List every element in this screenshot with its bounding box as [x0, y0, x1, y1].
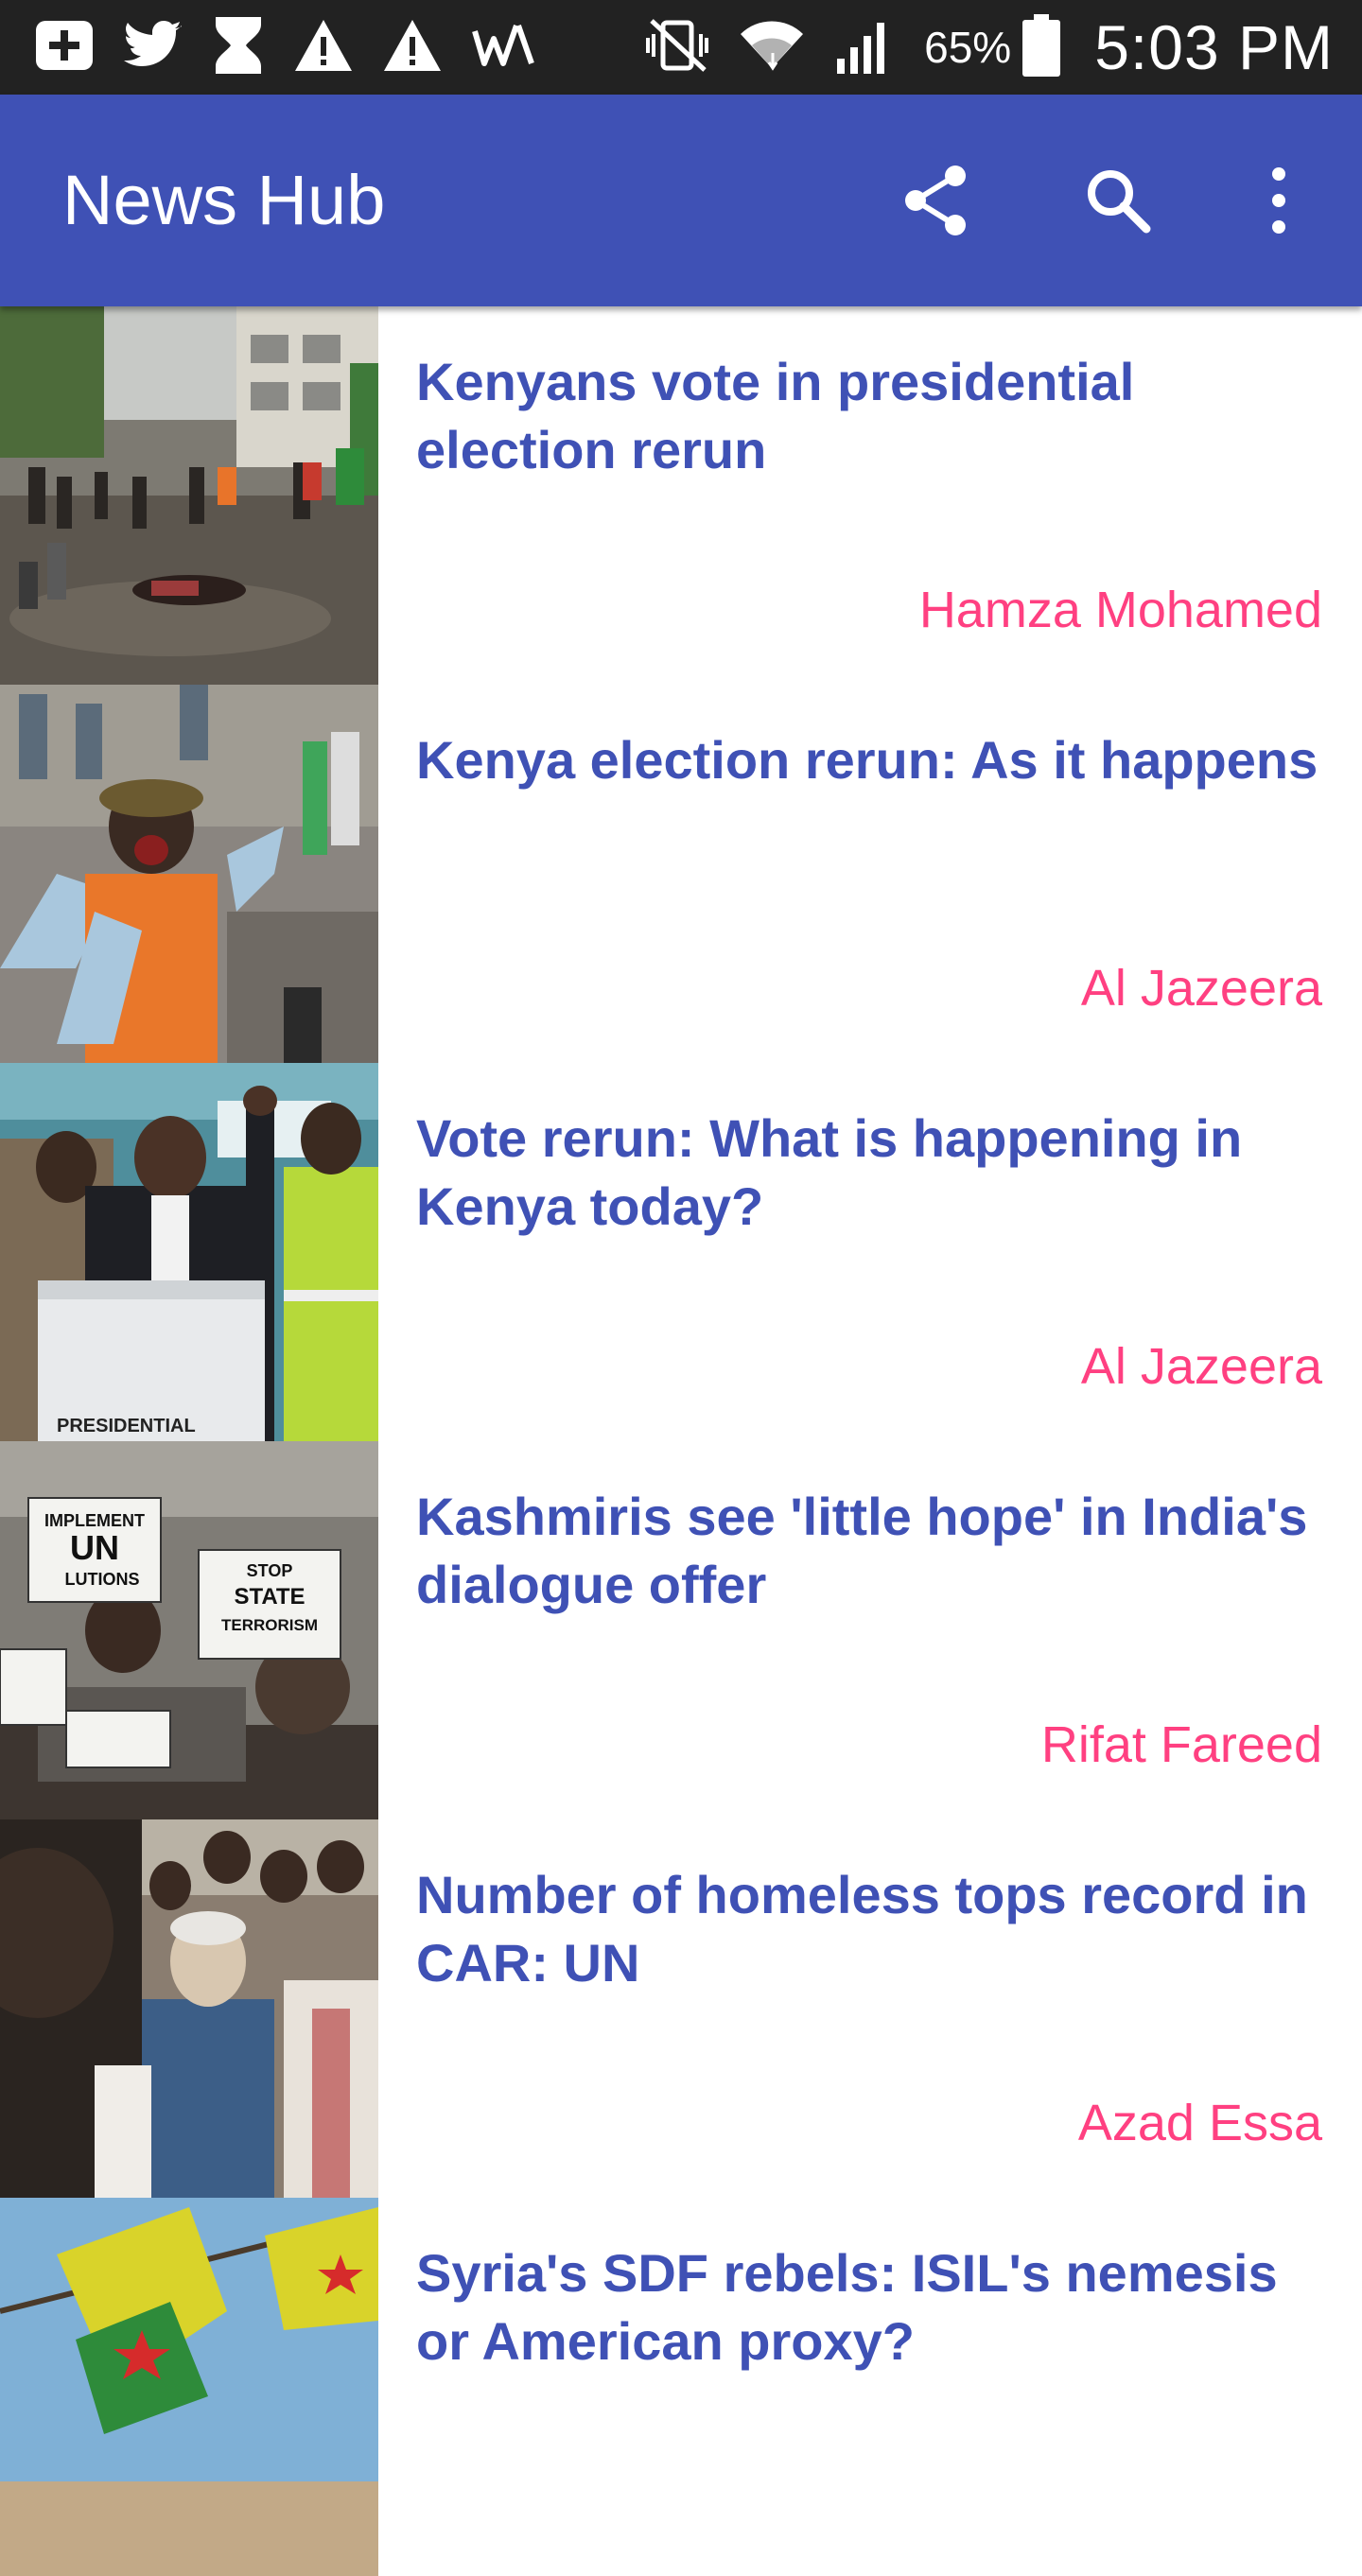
- clock: 5:03 PM: [1094, 12, 1334, 82]
- list-item[interactable]: PRESIDENTIAL Vote rerun: What is happeni…: [0, 1063, 1362, 1441]
- article-title: Syria's SDF rebels: ISIL's nemesis or Am…: [416, 2243, 1278, 2371]
- list-item[interactable]: IMPLEMENT UN LUTIONS STOP STATE TERRORIS…: [0, 1441, 1362, 1819]
- notification-icons: [34, 15, 566, 80]
- article-source: Hamza Mohamed: [918, 582, 1322, 638]
- hourglass-icon: [212, 15, 265, 80]
- add-box-icon: [34, 19, 95, 77]
- protest-sign-text: UN: [70, 1528, 119, 1567]
- article-title: Number of homeless tops record in CAR: U…: [416, 1865, 1308, 1993]
- article-source: Azad Essa: [1077, 2095, 1322, 2151]
- app-bar: News Hub: [0, 95, 1362, 306]
- more-options-button[interactable]: [1231, 153, 1326, 248]
- ballot-box-label: PRESIDENTIAL: [57, 1416, 196, 1436]
- cell-signal-icon: [833, 15, 896, 80]
- list-item[interactable]: Kenya election rerun: As it happens Al J…: [0, 685, 1362, 1063]
- search-icon: [1088, 170, 1151, 234]
- article-thumbnail: [0, 2198, 378, 2576]
- article-thumbnail: PRESIDENTIAL: [0, 1063, 378, 1441]
- share-icon: [905, 165, 966, 235]
- system-icons: 65% 5:03 PM: [644, 0, 1362, 95]
- article-source: Rifat Fareed: [1040, 1716, 1322, 1773]
- protest-sign-text: STATE: [234, 1584, 305, 1610]
- warning-icon: [382, 18, 443, 78]
- article-title: Kenya election rerun: As it happens: [416, 730, 1318, 790]
- protest-sign-text: IMPLEMENT: [44, 1511, 145, 1530]
- article-title: Vote rerun: What is happening in Kenya t…: [416, 1108, 1243, 1236]
- article-thumbnail: IMPLEMENT UN LUTIONS STOP STATE TERRORIS…: [0, 1441, 378, 1819]
- article-title: Kenyans vote in presidential election re…: [416, 352, 1135, 479]
- list-item[interactable]: Kenyans vote in presidential election re…: [0, 306, 1362, 685]
- more-vert-icon: [1272, 167, 1285, 234]
- article-source: Al Jazeera: [1080, 960, 1322, 1017]
- twitter-icon: [123, 19, 183, 77]
- article-source: Al Jazeera: [1080, 1338, 1322, 1395]
- search-button[interactable]: [1071, 153, 1165, 248]
- app-title: News Hub: [62, 161, 386, 239]
- protest-sign-text: TERRORISM: [221, 1616, 318, 1634]
- article-thumbnail: [0, 306, 378, 685]
- article-thumbnail: [0, 1819, 378, 2198]
- news-list[interactable]: Kenyans vote in presidential election re…: [0, 306, 1362, 2576]
- vibrate-off-icon: [644, 17, 710, 78]
- share-button[interactable]: [889, 153, 984, 248]
- article-title: Kashmiris see 'little hope' in India's d…: [416, 1487, 1308, 1614]
- list-item[interactable]: Syria's SDF rebels: ISIL's nemesis or Am…: [0, 2198, 1362, 2576]
- w-logo-icon: [471, 22, 537, 74]
- protest-sign-text: LUTIONS: [65, 1570, 140, 1589]
- status-bar: 65% 5:03 PM: [0, 0, 1362, 95]
- list-item[interactable]: Number of homeless tops record in CAR: U…: [0, 1819, 1362, 2198]
- wifi-icon: [739, 15, 805, 80]
- battery-percent: 65%: [924, 23, 1012, 72]
- battery-icon: [1022, 13, 1061, 81]
- protest-sign-text: STOP: [247, 1561, 293, 1580]
- warning-icon: [293, 18, 354, 78]
- article-thumbnail: [0, 685, 378, 1063]
